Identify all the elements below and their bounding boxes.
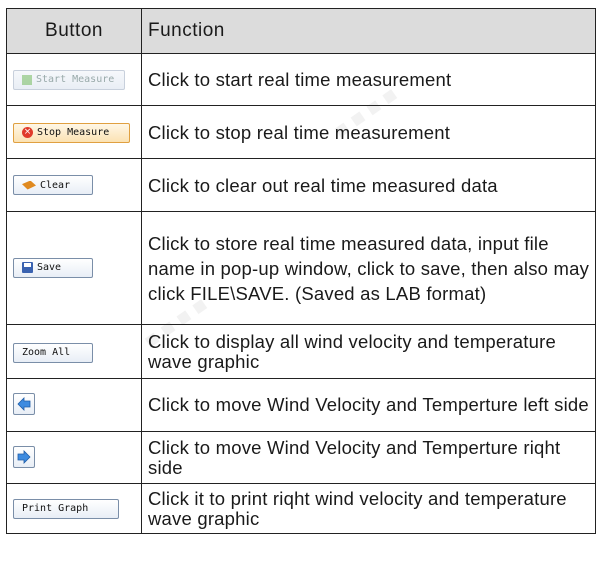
table-row: Start Measure Click to start real time m… [6, 53, 596, 106]
zoom-all-button[interactable]: Zoom All [13, 342, 93, 363]
row-description: Click to display all wind velocity and t… [141, 324, 596, 379]
start-measure-label: Start Measure [36, 74, 115, 85]
row-description: Click to move Wind Velocity and Tempertu… [141, 431, 596, 484]
move-right-button[interactable] [13, 445, 35, 468]
row-description: Click to start real time measurement [141, 53, 596, 106]
table-row: Zoom All Click to display all wind veloc… [6, 324, 596, 379]
play-icon [22, 74, 32, 85]
left-arrow-icon [17, 397, 31, 411]
table-row: Save Click to store real time measured d… [6, 211, 596, 325]
stop-icon: × [22, 127, 33, 139]
table-row: Click to move Wind Velocity and Tempertu… [6, 431, 596, 484]
move-left-button[interactable] [13, 393, 35, 415]
save-button[interactable]: Save [13, 257, 93, 278]
header-function: Function [141, 8, 596, 54]
save-label: Save [37, 262, 62, 274]
right-arrow-icon [17, 449, 31, 464]
print-graph-label: Print Graph [22, 503, 89, 515]
header-button: Button [6, 8, 142, 54]
print-graph-button[interactable]: Print Graph [13, 498, 119, 519]
row-description: Click to move Wind Velocity and Tempertu… [141, 378, 596, 432]
row-description: Click it to print riqht wind velocity an… [141, 483, 596, 534]
eraser-icon [22, 180, 36, 190]
table-row: × Stop Measure Click to stop real time m… [6, 105, 596, 159]
table-row: Print Graph Click it to print riqht wind… [6, 483, 596, 534]
stop-measure-label: Stop Measure [37, 127, 110, 139]
table-row: Click to move Wind Velocity and Tempertu… [6, 378, 596, 432]
zoom-all-label: Zoom All [22, 347, 71, 359]
row-description: Click to clear out real time measured da… [141, 158, 596, 212]
row-description: Click to stop real time measurement [141, 105, 596, 159]
button-function-table: Button Function Start Measure Click to s… [6, 8, 596, 534]
row-description: Click to store real time measured data, … [141, 211, 596, 325]
clear-button[interactable]: Clear [13, 175, 93, 195]
stop-measure-button[interactable]: × Stop Measure [13, 122, 130, 143]
table-row: Clear Click to clear out real time measu… [6, 158, 596, 212]
table-header-row: Button Function [6, 8, 596, 54]
clear-label: Clear [40, 179, 71, 191]
floppy-disk-icon [22, 262, 33, 274]
start-measure-button[interactable]: Start Measure [13, 69, 125, 90]
